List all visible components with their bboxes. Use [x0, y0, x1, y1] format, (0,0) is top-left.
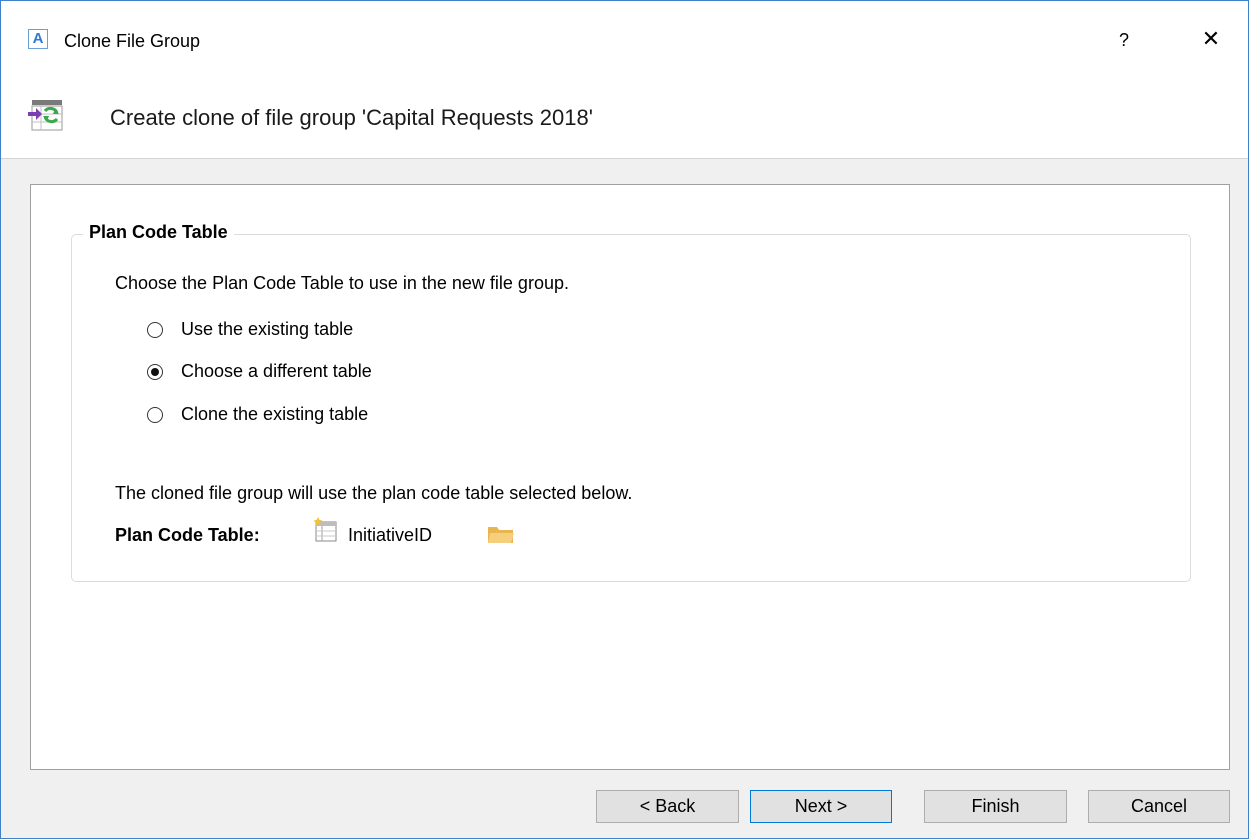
groupbox-title: Plan Code Table: [83, 222, 234, 243]
plan-code-table-label: Plan Code Table:: [115, 525, 260, 545]
radio-button[interactable]: [147, 364, 163, 380]
header-divider: [1, 158, 1248, 159]
folder-icon[interactable]: [487, 523, 515, 545]
close-button[interactable]: ✕: [1197, 25, 1225, 53]
plan-code-table-value[interactable]: InitiativeID: [348, 525, 432, 546]
dialog-window: A Clone File Group ? ✕ Create clone of f…: [0, 0, 1249, 839]
header-title: Create clone of file group 'Capital Requ…: [110, 105, 593, 130]
finish-button[interactable]: Finish: [924, 790, 1067, 823]
intro-text: Choose the Plan Code Table to use in the…: [115, 273, 569, 293]
radio-button[interactable]: [147, 407, 163, 423]
next-button[interactable]: Next >: [750, 790, 892, 823]
content-panel: Plan Code Table Choose the Plan Code Tab…: [30, 184, 1230, 770]
radio-button[interactable]: [147, 322, 163, 338]
radio-label[interactable]: Clone the existing table: [181, 404, 368, 425]
back-button[interactable]: < Back: [596, 790, 739, 823]
window-title: Clone File Group: [64, 31, 201, 51]
wizard-header: Create clone of file group 'Capital Requ…: [1, 77, 1248, 159]
clone-file-group-icon: [28, 100, 63, 131]
table-icon: [313, 517, 337, 542]
radio-label[interactable]: Choose a different table: [181, 361, 372, 382]
title-bar[interactable]: A Clone File Group ? ✕: [1, 1, 1248, 77]
radio-label[interactable]: Use the existing table: [181, 319, 353, 340]
selection-note: The cloned file group will use the plan …: [115, 483, 633, 503]
help-button[interactable]: ?: [1111, 27, 1137, 53]
app-icon: A: [28, 29, 48, 49]
cancel-button[interactable]: Cancel: [1088, 790, 1230, 823]
